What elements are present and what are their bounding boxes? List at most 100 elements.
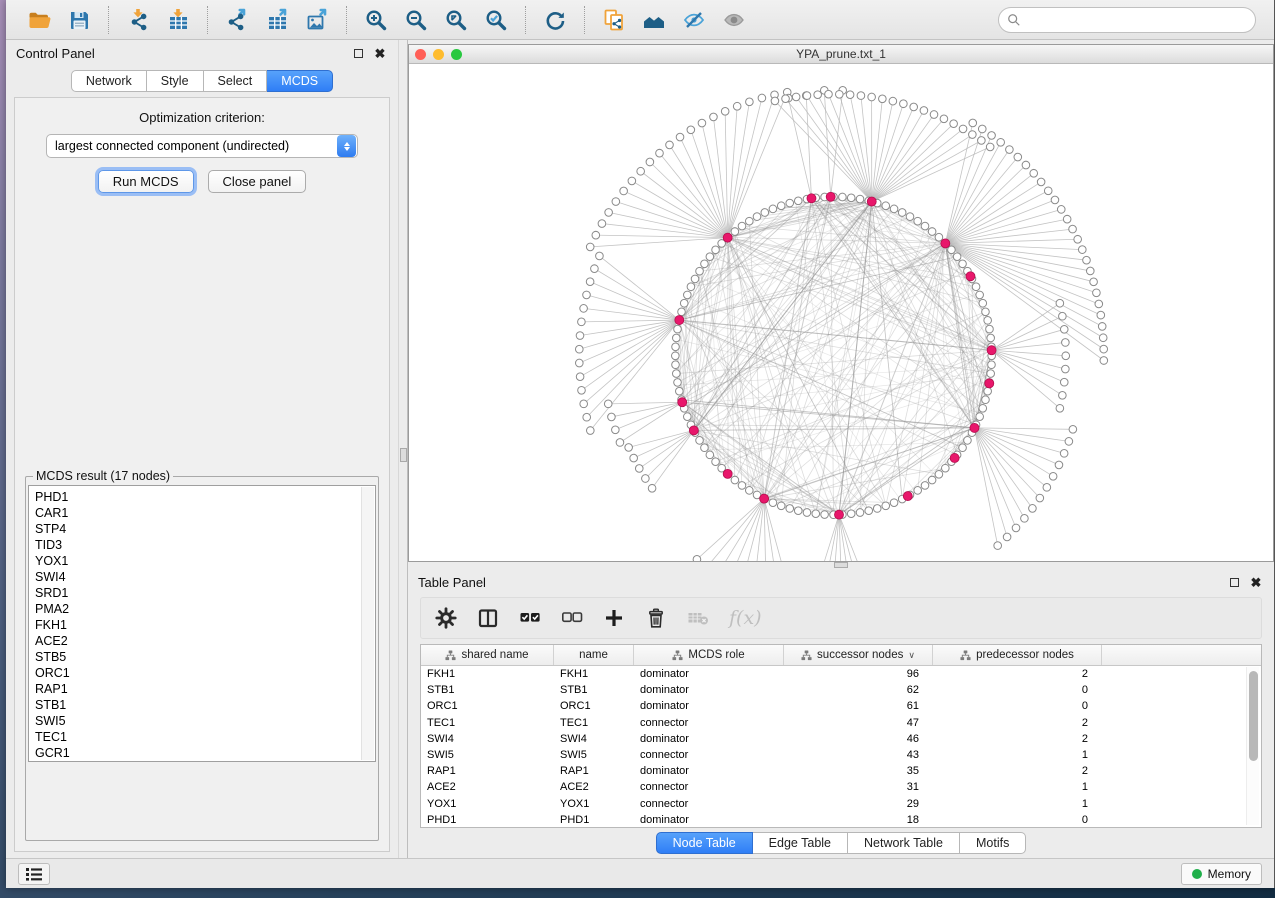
ring-node[interactable] (761, 209, 769, 217)
result-list-scrollbar[interactable] (361, 487, 374, 760)
ring-node[interactable] (856, 195, 864, 203)
leaf-node[interactable] (758, 94, 766, 102)
result-node-item[interactable]: FKH1 (35, 617, 375, 633)
leaf-node[interactable] (1043, 484, 1051, 492)
mcds-hub-node[interactable] (689, 426, 698, 435)
ring-node[interactable] (769, 205, 777, 213)
ring-node[interactable] (673, 370, 681, 378)
leaf-node[interactable] (1049, 472, 1057, 480)
ring-node[interactable] (738, 222, 746, 230)
leaf-node[interactable] (1086, 267, 1094, 275)
network-canvas[interactable] (409, 64, 1273, 561)
leaf-node[interactable] (592, 231, 600, 239)
leaf-node[interactable] (1100, 357, 1108, 365)
leaf-node[interactable] (988, 132, 996, 140)
optimization-select[interactable]: largest connected component (undirected) (46, 134, 358, 158)
ring-node[interactable] (972, 283, 980, 291)
mcds-hub-node[interactable] (987, 346, 996, 355)
leaf-node[interactable] (1003, 533, 1011, 541)
ring-node[interactable] (803, 509, 811, 517)
leaf-node[interactable] (575, 345, 583, 353)
ring-node[interactable] (982, 396, 990, 404)
ring-node[interactable] (745, 217, 753, 225)
mcds-hub-node[interactable] (903, 492, 912, 501)
leaf-node[interactable] (1056, 299, 1064, 307)
ring-node[interactable] (986, 325, 994, 333)
leaf-node[interactable] (648, 484, 656, 492)
table-row[interactable]: PHD1PHD1dominator180 (421, 812, 1261, 828)
result-node-item[interactable]: TEC1 (35, 729, 375, 745)
leaf-node[interactable] (1100, 345, 1108, 353)
mcds-hub-node[interactable] (807, 194, 816, 203)
leaf-node[interactable] (635, 465, 643, 473)
result-node-item[interactable]: ORC1 (35, 665, 375, 681)
leaf-node[interactable] (1044, 187, 1052, 195)
leaf-node[interactable] (1060, 325, 1068, 333)
leaf-node[interactable] (576, 332, 584, 340)
ring-node[interactable] (979, 404, 987, 412)
leaf-node[interactable] (1057, 206, 1065, 214)
mcds-hub-node[interactable] (826, 192, 835, 201)
mcds-hub-node[interactable] (723, 469, 732, 478)
leaf-node[interactable] (656, 149, 664, 157)
leaf-node[interactable] (605, 209, 613, 217)
leaf-node[interactable] (940, 115, 948, 123)
result-node-item[interactable]: STP4 (35, 521, 375, 537)
leaf-node[interactable] (1022, 161, 1030, 169)
close-table-panel-button[interactable]: ✖ (1248, 574, 1264, 590)
search-box[interactable] (998, 7, 1256, 33)
leaf-node[interactable] (1069, 225, 1077, 233)
leaf-node[interactable] (1062, 339, 1070, 347)
tab-mcds[interactable]: MCDS (267, 70, 333, 92)
leaf-node[interactable] (1037, 178, 1045, 186)
ring-node[interactable] (988, 361, 996, 369)
leaf-node[interactable] (950, 120, 958, 128)
ring-node[interactable] (769, 499, 777, 507)
leaf-node[interactable] (1095, 300, 1103, 308)
column-header-MCDS-role[interactable]: MCDS role (634, 645, 784, 665)
ring-node[interactable] (696, 437, 704, 445)
mcds-result-list[interactable]: PHD1CAR1STP4TID3YOX1SWI4SRD1PMA2FKH1ACE2… (28, 485, 376, 762)
leaf-node[interactable] (959, 125, 967, 133)
ring-node[interactable] (672, 343, 680, 351)
ring-node[interactable] (914, 217, 922, 225)
close-panel-action-button[interactable]: Close panel (208, 170, 307, 193)
ring-node[interactable] (964, 437, 972, 445)
ring-node[interactable] (712, 246, 720, 254)
horizontal-splitter-handle[interactable] (834, 562, 848, 568)
leaf-node[interactable] (604, 400, 612, 408)
tab-network-table[interactable]: Network Table (848, 832, 960, 854)
ring-node[interactable] (976, 413, 984, 421)
mcds-hub-node[interactable] (941, 239, 950, 248)
leaf-node[interactable] (616, 439, 624, 447)
ring-node[interactable] (959, 260, 967, 268)
mcds-hub-node[interactable] (723, 233, 732, 242)
leaf-node[interactable] (978, 125, 986, 133)
float-panel-button[interactable] (350, 45, 366, 61)
leaf-node[interactable] (994, 542, 1002, 550)
ring-node[interactable] (873, 505, 881, 513)
leaf-node[interactable] (733, 102, 741, 110)
ring-node[interactable] (856, 509, 864, 517)
ring-node[interactable] (684, 291, 692, 299)
ring-node[interactable] (898, 209, 906, 217)
tab-edge-table[interactable]: Edge Table (753, 832, 848, 854)
leaf-node[interactable] (666, 141, 674, 149)
tab-node-table[interactable]: Node Table (656, 832, 753, 854)
ring-node[interactable] (678, 308, 686, 316)
leaf-node[interactable] (642, 475, 650, 483)
leaf-node[interactable] (1060, 450, 1068, 458)
ring-node[interactable] (777, 202, 785, 210)
leaf-node[interactable] (1021, 515, 1029, 523)
leaf-node[interactable] (612, 198, 620, 206)
result-node-item[interactable]: SRD1 (35, 585, 375, 601)
mcds-hub-node[interactable] (834, 510, 843, 519)
leaf-node[interactable] (1069, 425, 1077, 433)
first-neighbors-button[interactable] (637, 5, 671, 35)
ring-node[interactable] (987, 334, 995, 342)
mcds-hub-node[interactable] (985, 379, 994, 388)
export-table-button[interactable] (260, 5, 294, 35)
leaf-node[interactable] (583, 291, 591, 299)
ring-node[interactable] (712, 458, 720, 466)
ring-node[interactable] (865, 507, 873, 515)
